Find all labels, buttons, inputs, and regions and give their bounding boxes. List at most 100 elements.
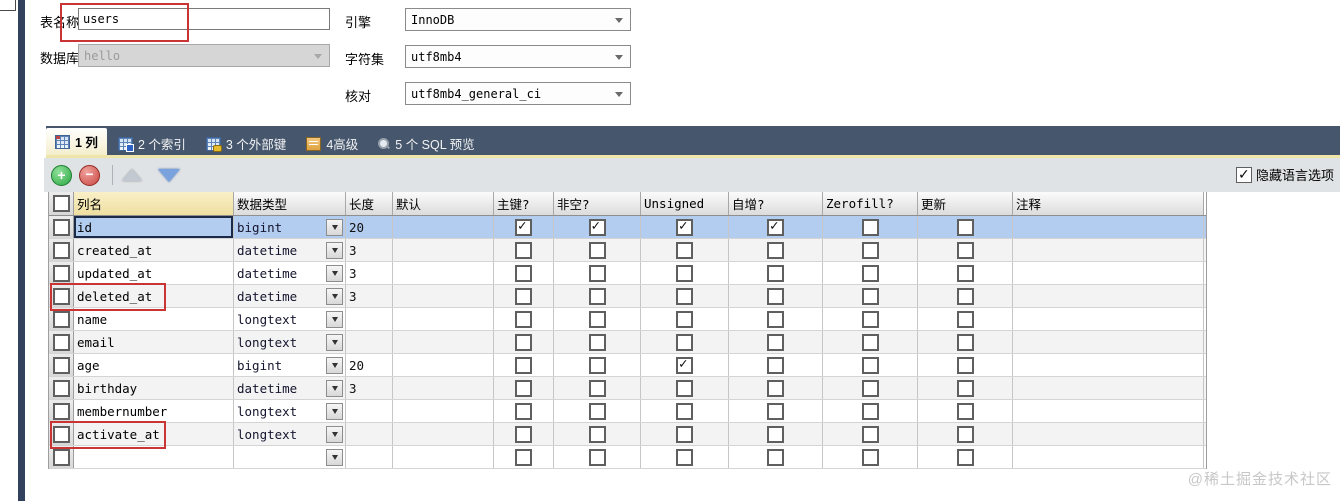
cell-default[interactable] bbox=[393, 285, 494, 307]
cell-data-type[interactable]: longtext bbox=[234, 400, 346, 422]
cell-data-type[interactable]: datetime bbox=[234, 377, 346, 399]
row-select-checkbox[interactable] bbox=[52, 310, 70, 328]
checkbox-nn[interactable] bbox=[588, 218, 606, 236]
table-row[interactable]: age bigint 20 bbox=[49, 354, 1206, 377]
cell-column-name[interactable]: deleted_at bbox=[74, 285, 234, 307]
checkbox-un[interactable] bbox=[676, 402, 693, 420]
cell-default[interactable] bbox=[393, 400, 494, 422]
cell-data-type[interactable]: datetime bbox=[234, 239, 346, 261]
cell-default[interactable] bbox=[393, 308, 494, 330]
checkbox-zf[interactable] bbox=[861, 218, 879, 236]
cell-data-type[interactable] bbox=[234, 446, 346, 468]
move-down-button[interactable] bbox=[158, 168, 180, 182]
checkbox-ai[interactable] bbox=[767, 425, 784, 443]
checkbox-ai[interactable] bbox=[767, 356, 784, 374]
row-select-checkbox[interactable] bbox=[52, 425, 70, 443]
cell-column-name[interactable]: created_at bbox=[74, 239, 234, 261]
cell-comment[interactable] bbox=[1013, 377, 1204, 399]
cell-length[interactable] bbox=[346, 400, 393, 422]
checkbox-up[interactable] bbox=[956, 287, 974, 305]
checkbox-up[interactable] bbox=[956, 448, 974, 466]
checkbox-un[interactable] bbox=[676, 241, 693, 259]
checkbox-un[interactable] bbox=[676, 356, 693, 374]
hide-language-option[interactable]: 隐藏语言选项 bbox=[1235, 165, 1334, 184]
data-type-dropdown-button[interactable] bbox=[326, 310, 343, 328]
tab-columns[interactable]: 1 列 bbox=[46, 128, 107, 155]
tab-foreign[interactable]: 3 个外部键 bbox=[197, 132, 295, 155]
checkbox-pk[interactable] bbox=[515, 218, 532, 236]
cell-column-name[interactable] bbox=[74, 446, 234, 468]
table-row[interactable]: deleted_at datetime 3 bbox=[49, 283, 1206, 311]
checkbox-up[interactable] bbox=[956, 402, 974, 420]
data-type-dropdown-button[interactable] bbox=[326, 287, 343, 305]
cell-data-type[interactable]: longtext bbox=[234, 308, 346, 330]
row-select-checkbox[interactable] bbox=[52, 264, 70, 282]
cell-column-name[interactable]: id bbox=[74, 216, 234, 238]
cell-column-name[interactable]: birthday bbox=[74, 377, 234, 399]
cell-comment[interactable] bbox=[1013, 239, 1204, 261]
checkbox-zf[interactable] bbox=[861, 356, 879, 374]
table-row[interactable]: updated_at datetime 3 bbox=[49, 262, 1206, 285]
checkbox-pk[interactable] bbox=[515, 287, 532, 305]
checkbox-zf[interactable] bbox=[861, 448, 879, 466]
cell-data-type[interactable]: datetime bbox=[234, 285, 346, 307]
cell-length[interactable]: 3 bbox=[346, 285, 393, 307]
checkbox-nn[interactable] bbox=[588, 356, 606, 374]
data-type-dropdown-button[interactable] bbox=[326, 402, 343, 420]
header-select-checkbox[interactable] bbox=[52, 195, 70, 212]
tab-advanced[interactable]: 4高级 bbox=[297, 132, 367, 155]
checkbox-ai[interactable] bbox=[767, 402, 784, 420]
row-select-checkbox[interactable] bbox=[52, 241, 70, 259]
cell-length[interactable]: 3 bbox=[346, 262, 393, 284]
checkbox-ai[interactable] bbox=[767, 241, 784, 259]
cell-length[interactable] bbox=[346, 423, 393, 445]
checkbox-up[interactable] bbox=[956, 356, 974, 374]
checkbox-zf[interactable] bbox=[861, 333, 879, 351]
cell-data-type[interactable]: longtext bbox=[234, 423, 346, 445]
table-row[interactable]: created_at datetime 3 bbox=[49, 239, 1206, 262]
checkbox-up[interactable] bbox=[956, 241, 974, 259]
table-row[interactable]: birthday datetime 3 bbox=[49, 377, 1206, 400]
cell-comment[interactable] bbox=[1013, 423, 1204, 445]
cell-comment[interactable] bbox=[1013, 285, 1204, 307]
checkbox-un[interactable] bbox=[676, 333, 693, 351]
checkbox-nn[interactable] bbox=[588, 448, 606, 466]
checkbox-zf[interactable] bbox=[861, 241, 879, 259]
cell-comment[interactable] bbox=[1013, 308, 1204, 330]
cell-data-type[interactable]: datetime bbox=[234, 262, 346, 284]
cell-length[interactable]: 20 bbox=[346, 354, 393, 376]
data-type-dropdown-button[interactable] bbox=[326, 264, 343, 282]
cell-default[interactable] bbox=[393, 262, 494, 284]
data-type-dropdown-button[interactable] bbox=[326, 241, 343, 259]
checkbox-pk[interactable] bbox=[515, 356, 532, 374]
cell-data-type[interactable]: bigint bbox=[234, 216, 346, 238]
cell-default[interactable] bbox=[393, 216, 494, 238]
checkbox-ai[interactable] bbox=[767, 218, 784, 236]
add-column-button[interactable] bbox=[51, 164, 72, 186]
checkbox-un[interactable] bbox=[676, 218, 693, 236]
checkbox-ai[interactable] bbox=[767, 333, 784, 351]
table-name-input[interactable] bbox=[78, 8, 330, 30]
cell-length[interactable]: 3 bbox=[346, 377, 393, 399]
tab-sql[interactable]: 5 个 SQL 预览 bbox=[369, 132, 483, 155]
checkbox-ai[interactable] bbox=[767, 264, 784, 282]
data-type-dropdown-button[interactable] bbox=[326, 379, 343, 397]
checkbox-ai[interactable] bbox=[767, 310, 784, 328]
cell-data-type[interactable]: bigint bbox=[234, 354, 346, 376]
checkbox-zf[interactable] bbox=[861, 310, 879, 328]
checkbox-zf[interactable] bbox=[861, 264, 879, 282]
cell-comment[interactable] bbox=[1013, 262, 1204, 284]
checkbox-ai[interactable] bbox=[767, 448, 784, 466]
checkbox-pk[interactable] bbox=[515, 379, 532, 397]
table-row[interactable]: activate_at longtext bbox=[49, 421, 1206, 449]
checkbox-nn[interactable] bbox=[588, 425, 606, 443]
row-select-checkbox[interactable] bbox=[52, 448, 70, 466]
checkbox-pk[interactable] bbox=[515, 402, 532, 420]
checkbox-up[interactable] bbox=[956, 310, 974, 328]
cell-comment[interactable] bbox=[1013, 216, 1204, 238]
checkbox-up[interactable] bbox=[956, 218, 974, 236]
cell-comment[interactable] bbox=[1013, 354, 1204, 376]
cell-length[interactable]: 3 bbox=[346, 239, 393, 261]
cell-column-name[interactable]: age bbox=[74, 354, 234, 376]
checkbox-pk[interactable] bbox=[515, 241, 532, 259]
